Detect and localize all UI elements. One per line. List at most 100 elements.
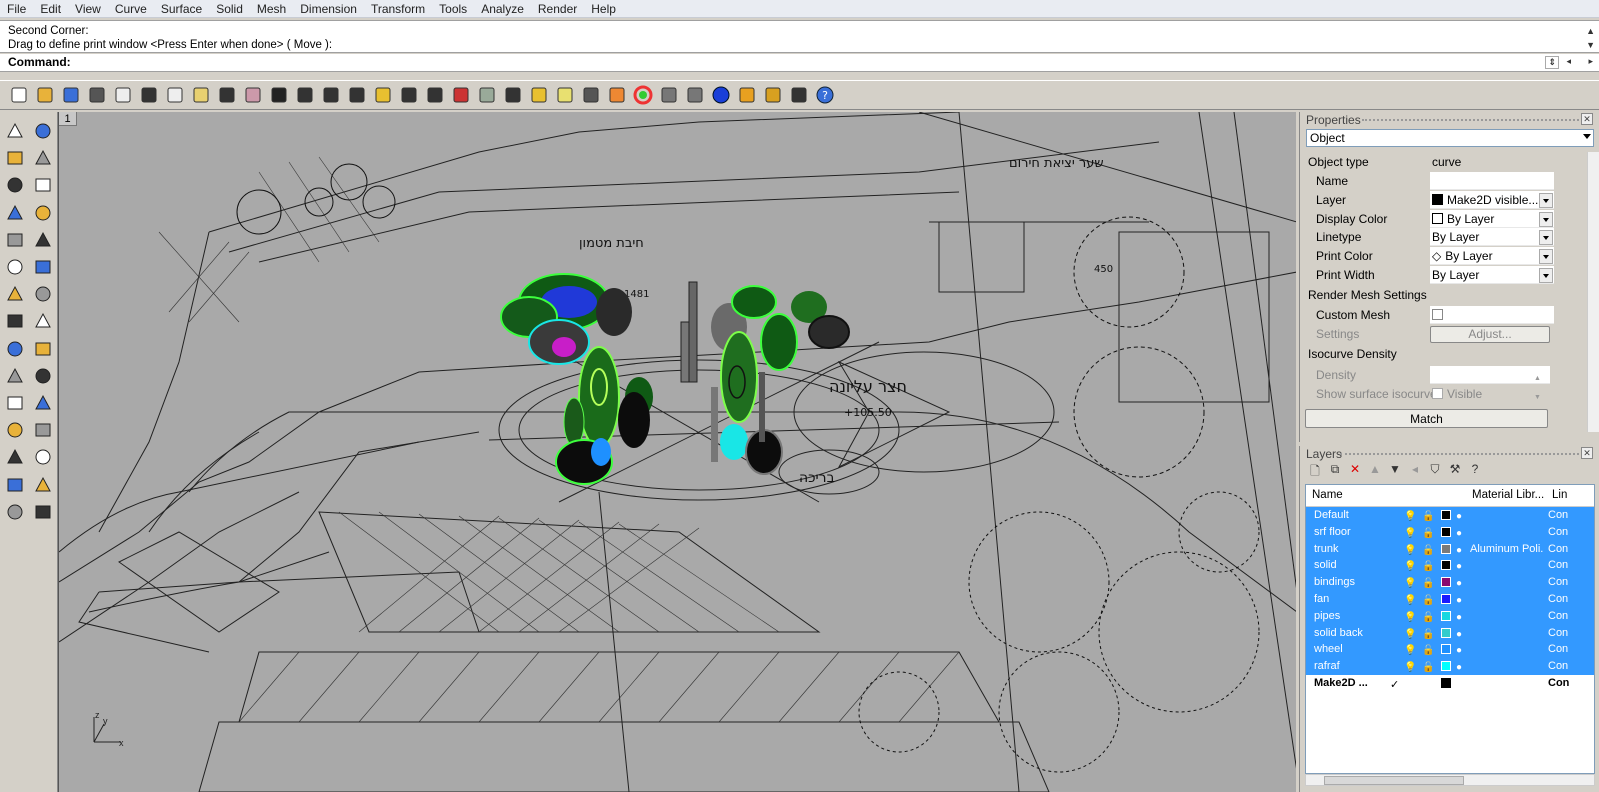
properties-page-select[interactable]: Object: [1306, 129, 1594, 147]
close-icon[interactable]: ✕: [1581, 113, 1593, 125]
car-display-icon[interactable]: [448, 82, 474, 108]
layer-value[interactable]: Make2D visible...: [1430, 190, 1554, 209]
layer-color-swatch[interactable]: [1441, 543, 1451, 554]
layer-color-swatch[interactable]: [1441, 610, 1451, 621]
layer-row[interactable]: trunk 💡 🔓 ● Aluminum Poli... Con: [1306, 540, 1594, 559]
layer-row[interactable]: rafraf 💡 🔓 ● Con: [1306, 658, 1594, 675]
unlock-icon[interactable]: 🔓: [1422, 627, 1434, 643]
xray-icon[interactable]: [682, 82, 708, 108]
match-button[interactable]: Match: [1305, 409, 1548, 428]
lightbulb-icon[interactable]: 💡: [1404, 627, 1416, 643]
lock-icon[interactable]: [578, 82, 604, 108]
menu-view[interactable]: View: [68, 0, 108, 18]
ghosted-icon[interactable]: [656, 82, 682, 108]
analyze-icon[interactable]: [30, 472, 56, 498]
rotate-icon[interactable]: [2, 417, 28, 443]
paste-icon[interactable]: [188, 82, 214, 108]
lightbulb-icon[interactable]: 💡: [1404, 660, 1416, 676]
layer-row[interactable]: solid back 💡 🔓 ● Con: [1306, 624, 1594, 643]
point-icon[interactable]: [30, 118, 56, 144]
zoom-selected-icon[interactable]: [370, 82, 396, 108]
layer-row[interactable]: Default 💡 🔓 ● Con: [1306, 507, 1594, 524]
box-icon[interactable]: [2, 281, 28, 307]
col-name[interactable]: Name: [1312, 489, 1343, 501]
unlock-icon[interactable]: 🔓: [1422, 660, 1434, 676]
layer-color-swatch[interactable]: [1441, 560, 1451, 571]
menu-render[interactable]: Render: [531, 0, 584, 18]
rectangle-icon[interactable]: [30, 200, 56, 226]
unlock-icon[interactable]: 🔓: [1422, 509, 1434, 525]
perspective-viewport[interactable]: שער יציאת חירום חיבת מטמון חצר עליונה בר…: [58, 112, 1296, 792]
import-icon[interactable]: [110, 82, 136, 108]
material-sphere-icon[interactable]: ●: [1456, 526, 1462, 542]
layer-row[interactable]: pipes 💡 🔓 ● Con: [1306, 607, 1594, 626]
material-sphere-icon[interactable]: ●: [1456, 610, 1462, 626]
menu-curve[interactable]: Curve: [108, 0, 154, 18]
text-icon[interactable]: [2, 444, 28, 470]
filter-icon[interactable]: ⛉: [1428, 462, 1442, 483]
menu-file[interactable]: File: [0, 0, 33, 18]
chevron-down-icon[interactable]: [1539, 230, 1553, 246]
material-sphere-icon[interactable]: ●: [1456, 509, 1462, 525]
zoom-icon[interactable]: [292, 82, 318, 108]
menu-mesh[interactable]: Mesh: [250, 0, 293, 18]
material-sphere-icon[interactable]: ●: [1456, 593, 1462, 609]
current-check-icon[interactable]: ✓: [1390, 677, 1399, 693]
history-next-icon[interactable]: ▸: [1588, 56, 1593, 67]
lightbulb-icon[interactable]: 💡: [1404, 509, 1416, 525]
chevron-down-icon[interactable]: [1539, 268, 1553, 283]
color-icon[interactable]: [630, 82, 656, 108]
layer-row[interactable]: srf floor 💡 🔓 ● Con: [1306, 523, 1594, 542]
properties-scrollbar[interactable]: [1587, 152, 1599, 432]
layer-row[interactable]: solid 💡 🔓 ● Con: [1306, 557, 1594, 575]
material-sphere-icon[interactable]: ●: [1456, 643, 1462, 659]
curve-icon[interactable]: [30, 145, 56, 171]
loft-icon[interactable]: [30, 254, 56, 280]
menu-transform[interactable]: Transform: [364, 0, 432, 18]
custom-mesh-checkbox[interactable]: [1432, 309, 1443, 320]
material-sphere-icon[interactable]: ●: [1456, 660, 1462, 676]
unlock-icon[interactable]: 🔓: [1422, 643, 1434, 659]
light-icon[interactable]: [552, 82, 578, 108]
layer-color-swatch[interactable]: [1441, 510, 1451, 520]
layer-color-swatch[interactable]: [1441, 526, 1451, 537]
print-width-value[interactable]: By Layer: [1430, 266, 1554, 284]
close-icon[interactable]: ✕: [1581, 447, 1593, 459]
layer-color-swatch[interactable]: [1441, 644, 1451, 655]
layer-color-swatch[interactable]: [1441, 661, 1451, 672]
polyline-icon[interactable]: [2, 145, 28, 171]
menu-analyze[interactable]: Analyze: [474, 0, 531, 18]
rotate-view-icon[interactable]: [396, 82, 422, 108]
lightbulb-icon[interactable]: 💡: [1404, 543, 1416, 559]
split-icon[interactable]: [30, 336, 56, 362]
move-icon[interactable]: [266, 82, 292, 108]
move-left-icon[interactable]: ◂: [1408, 462, 1422, 483]
unlock-icon[interactable]: 🔓: [1422, 559, 1434, 575]
undo-icon[interactable]: [214, 82, 240, 108]
material-sphere-icon[interactable]: ●: [1456, 559, 1462, 575]
layer-row[interactable]: wheel 💡 🔓 ● Con: [1306, 641, 1594, 659]
material-sphere-icon[interactable]: ●: [1456, 576, 1462, 592]
grid-snap-icon[interactable]: [30, 499, 56, 525]
options-icon[interactable]: [760, 82, 786, 108]
surface-icon[interactable]: [2, 254, 28, 280]
layer-row[interactable]: bindings 💡 🔓 ● Con: [1306, 574, 1594, 591]
render-preview-icon[interactable]: [474, 82, 500, 108]
point-osnap-icon[interactable]: [500, 82, 526, 108]
array-icon[interactable]: [30, 390, 56, 416]
circle-icon[interactable]: [2, 172, 28, 198]
unlock-icon[interactable]: 🔓: [1422, 543, 1434, 559]
scale-icon[interactable]: [30, 417, 56, 443]
lightbulb-icon[interactable]: 💡: [1404, 643, 1416, 659]
four-viewports-icon[interactable]: [422, 82, 448, 108]
arc-icon[interactable]: [2, 200, 28, 226]
fillet-icon[interactable]: [30, 227, 56, 253]
cut-icon[interactable]: [136, 82, 162, 108]
visible-checkbox[interactable]: [1432, 388, 1443, 399]
layer-color-swatch[interactable]: [1441, 593, 1451, 604]
zoom-window-icon[interactable]: [318, 82, 344, 108]
polygon-icon[interactable]: [2, 227, 28, 253]
delete-layer-icon[interactable]: ✕: [1348, 462, 1362, 483]
layer-icon[interactable]: [604, 82, 630, 108]
menu-tools[interactable]: Tools: [432, 0, 474, 18]
